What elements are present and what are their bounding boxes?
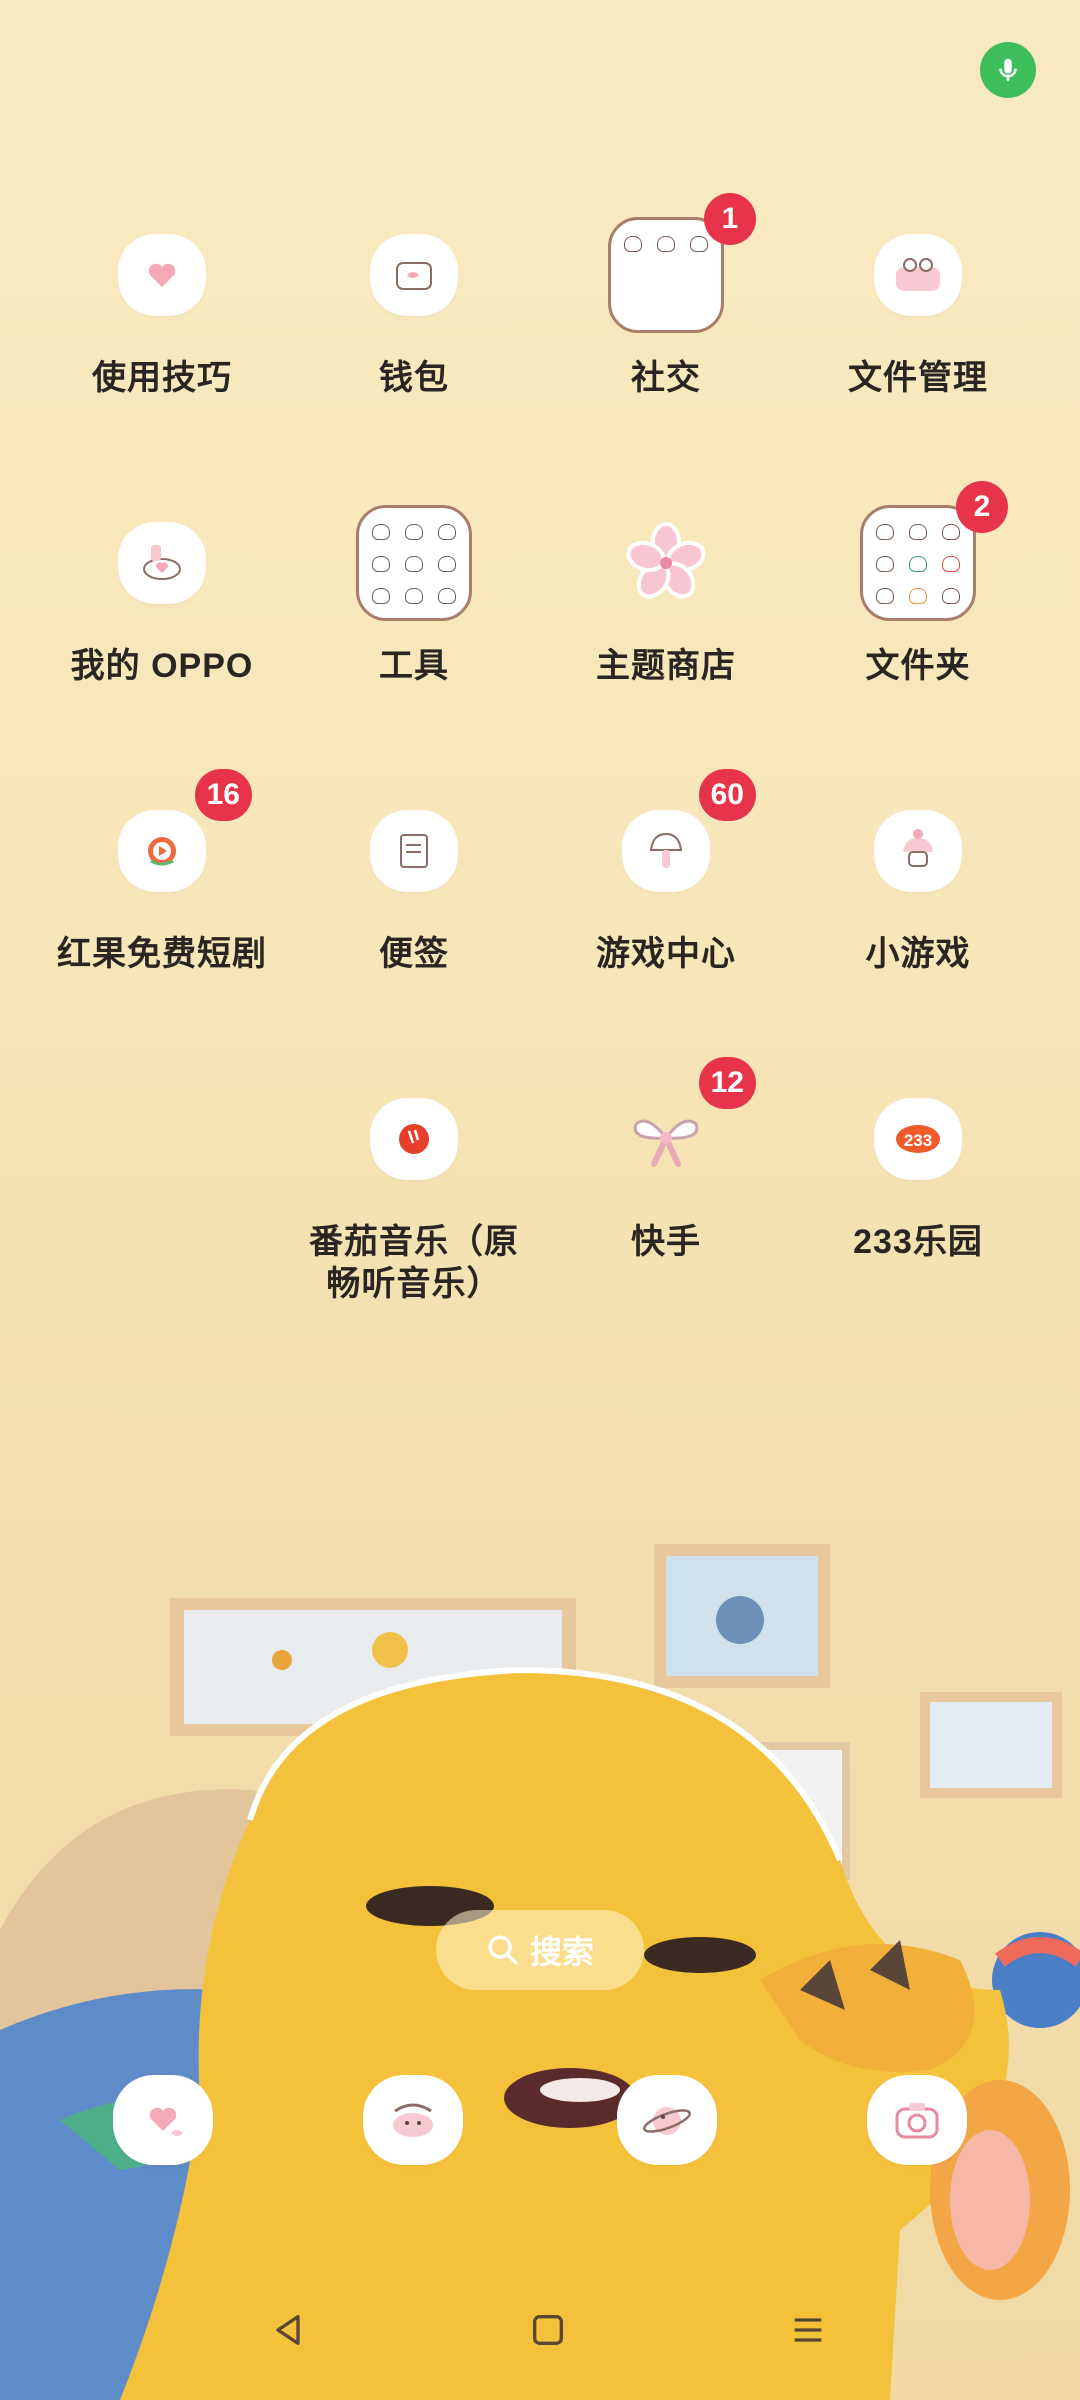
kuaishou-icon: 12 — [606, 1057, 756, 1199]
app-label: 番茄音乐（原 畅听音乐） — [309, 1223, 519, 1303]
svg-text:233: 233 — [904, 1131, 932, 1150]
wallet-icon — [354, 215, 474, 335]
app-label: 钱包 — [379, 359, 449, 397]
app-tips[interactable]: 使用技巧 — [36, 215, 288, 399]
search-icon — [488, 1935, 518, 1965]
app-tomato-music[interactable]: 番茄音乐（原 畅听音乐） — [288, 1079, 540, 1305]
tools-folder-icon — [354, 503, 474, 623]
recents-icon — [794, 2318, 822, 2342]
my-oppo-icon — [102, 503, 222, 623]
app-label: 便签 — [379, 935, 449, 973]
browser-icon — [643, 2107, 691, 2135]
app-label: 文件管理 — [848, 359, 988, 397]
app-label: 我的 OPPO — [70, 647, 254, 685]
app-file-manager[interactable]: 文件管理 — [792, 215, 1044, 399]
app-233-park[interactable]: 233 233乐园 — [792, 1079, 1044, 1263]
tomato-music-icon — [354, 1079, 474, 1199]
dock-browser[interactable] — [622, 2080, 712, 2160]
tips-icon — [102, 215, 222, 335]
dock-phone[interactable] — [368, 2080, 458, 2160]
app-tools-folder[interactable]: 工具 — [288, 503, 540, 687]
app-label: 工具 — [379, 647, 449, 685]
notification-badge: 12 — [698, 1057, 756, 1109]
mini-games-icon — [858, 791, 978, 911]
home-icon — [533, 2315, 563, 2345]
app-my-oppo[interactable]: 我的 OPPO — [36, 503, 288, 687]
hongguo-icon: 16 — [102, 769, 252, 911]
app-wallet[interactable]: 钱包 — [288, 215, 540, 399]
phone-icon — [393, 2103, 433, 2137]
233-park-icon: 233 — [858, 1079, 978, 1199]
app-label: 使用技巧 — [92, 359, 232, 397]
app-folder[interactable]: 2 文件夹 — [792, 481, 1044, 687]
messages-icon — [149, 2107, 183, 2136]
theme-store-icon — [606, 503, 726, 623]
app-kuaishou[interactable]: 12 快手 — [540, 1057, 792, 1263]
nav-home-button[interactable] — [518, 2300, 578, 2360]
app-social-folder[interactable]: 1 社交 — [540, 193, 792, 399]
folder-icon: 2 — [858, 481, 1008, 623]
app-label: 小游戏 — [865, 935, 971, 973]
game-center-icon: 60 — [606, 769, 756, 911]
search-label: 搜索 — [529, 1934, 594, 1970]
app-label: 社交 — [631, 359, 701, 397]
app-label: 红果免费短剧 — [57, 935, 267, 973]
app-label: 快手 — [631, 1223, 701, 1261]
notification-badge: 2 — [956, 481, 1008, 533]
nav-back-button[interactable] — [258, 2300, 318, 2360]
app-label: 233乐园 — [853, 1223, 983, 1261]
camera-icon — [895, 2103, 939, 2139]
notification-badge: 1 — [704, 193, 756, 245]
file-manager-icon — [858, 215, 978, 335]
social-folder-icon: 1 — [606, 193, 756, 335]
app-game-center[interactable]: 60 游戏中心 — [540, 769, 792, 975]
back-icon — [276, 2315, 300, 2345]
nav-recents-button[interactable] — [778, 2300, 838, 2360]
dock-camera[interactable] — [872, 2080, 962, 2160]
dock-messages[interactable] — [118, 2080, 208, 2160]
app-theme-store[interactable]: 主题商店 — [540, 503, 792, 687]
app-hongguo[interactable]: 16 红果免费短剧 — [36, 769, 288, 975]
search-button[interactable]: 搜索 — [436, 1910, 644, 1990]
app-label: 文件夹 — [865, 647, 971, 685]
notes-icon — [354, 791, 474, 911]
notification-badge: 16 — [194, 769, 252, 821]
microphone-icon — [999, 58, 1017, 82]
app-label: 游戏中心 — [596, 935, 736, 973]
app-notes[interactable]: 便签 — [288, 791, 540, 975]
app-mini-games[interactable]: 小游戏 — [792, 791, 1044, 975]
voice-assistant-button[interactable] — [980, 42, 1036, 98]
notification-badge: 60 — [698, 769, 756, 821]
app-label: 主题商店 — [596, 647, 736, 685]
